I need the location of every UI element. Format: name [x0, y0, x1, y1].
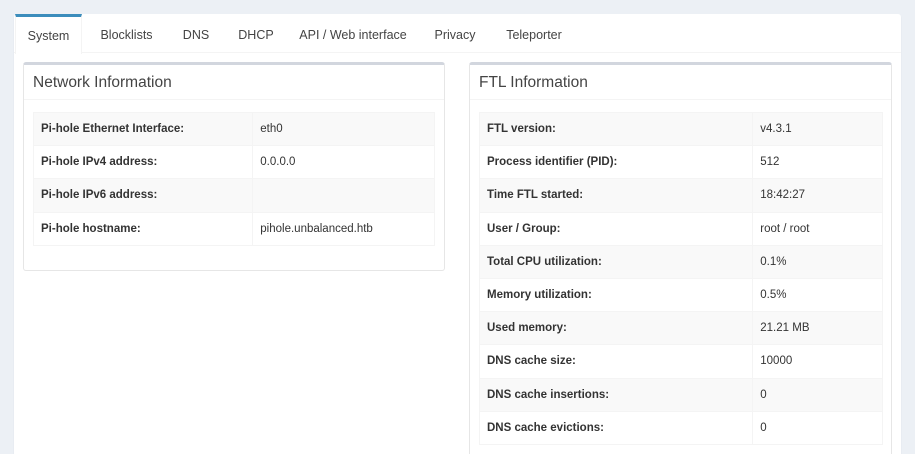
- row-label: Time FTL started:: [478, 178, 754, 213]
- table-row: Pi-hole IPv4 address: 0.0.0.0: [32, 145, 435, 180]
- table-row: User / Group: root / root: [478, 211, 883, 246]
- table-row: Time FTL started: 18:42:27: [478, 178, 883, 213]
- row-value: 10000: [752, 344, 883, 379]
- settings-tabs-panel: System Blocklists DNS DHCP API / Web int…: [14, 14, 901, 454]
- tab-api-web-interface[interactable]: API / Web interface: [292, 14, 414, 53]
- row-value: 21.21 MB: [752, 311, 883, 346]
- row-label: Pi-hole Ethernet Interface:: [32, 111, 254, 147]
- tab-blocklists[interactable]: Blocklists: [88, 14, 165, 53]
- table-row: Pi-hole hostname: pihole.unbalanced.htb: [32, 211, 435, 246]
- row-value: v4.3.1: [752, 111, 883, 147]
- table-row: DNS cache insertions: 0: [478, 377, 883, 412]
- row-label: Process identifier (PID):: [478, 145, 754, 180]
- row-value: 0: [752, 410, 883, 445]
- row-value: 0.0.0.0: [252, 145, 435, 180]
- row-value: 512: [752, 145, 883, 180]
- table-row: Process identifier (PID): 512: [478, 145, 883, 180]
- tab-dhcp[interactable]: DHCP: [227, 14, 285, 53]
- row-value: eth0: [252, 111, 435, 147]
- row-label: Pi-hole IPv4 address:: [32, 145, 254, 180]
- table-row: DNS cache evictions: 0: [478, 410, 883, 445]
- row-label: Memory utilization:: [478, 277, 754, 313]
- row-value: [252, 178, 435, 213]
- row-label: User / Group:: [478, 211, 754, 246]
- row-value: 0: [752, 377, 883, 412]
- row-value: 0.5%: [752, 277, 883, 313]
- row-value: root / root: [752, 211, 883, 246]
- row-value: 18:42:27: [752, 178, 883, 213]
- tab-privacy[interactable]: Privacy: [424, 14, 486, 53]
- network-information-box: Network Information Pi-hole Ethernet Int…: [23, 62, 445, 271]
- row-label: DNS cache size:: [478, 344, 754, 379]
- network-information-table: Pi-hole Ethernet Interface: eth0 Pi-hole…: [32, 111, 435, 246]
- tab-bar: System Blocklists DNS DHCP API / Web int…: [14, 14, 901, 54]
- ftl-information-title: FTL Information: [470, 65, 891, 100]
- table-row: Memory utilization: 0.5%: [478, 277, 883, 313]
- table-row: Used memory: 21.21 MB: [478, 311, 883, 346]
- tab-dns[interactable]: DNS: [172, 14, 220, 53]
- row-label: FTL version:: [478, 111, 754, 147]
- tab-teleporter[interactable]: Teleporter: [496, 14, 572, 53]
- tab-system[interactable]: System: [15, 14, 82, 54]
- row-label: DNS cache insertions:: [478, 377, 754, 412]
- row-label: Pi-hole hostname:: [32, 211, 254, 246]
- table-row: Pi-hole IPv6 address:: [32, 178, 435, 213]
- table-row: Pi-hole Ethernet Interface: eth0: [32, 111, 435, 147]
- row-label: Used memory:: [478, 311, 754, 346]
- row-value: 0.1%: [752, 244, 883, 279]
- row-value: pihole.unbalanced.htb: [252, 211, 435, 246]
- table-row: DNS cache size: 10000: [478, 344, 883, 379]
- row-label: Pi-hole IPv6 address:: [32, 178, 254, 213]
- ftl-information-table: FTL version: v4.3.1 Process identifier (…: [478, 111, 883, 445]
- ftl-information-box: FTL Information FTL version: v4.3.1 Proc…: [469, 62, 892, 454]
- network-information-title: Network Information: [24, 65, 444, 100]
- table-row: FTL version: v4.3.1: [478, 111, 883, 147]
- row-label: Total CPU utilization:: [478, 244, 754, 279]
- row-label: DNS cache evictions:: [478, 410, 754, 445]
- table-row: Total CPU utilization: 0.1%: [478, 244, 883, 279]
